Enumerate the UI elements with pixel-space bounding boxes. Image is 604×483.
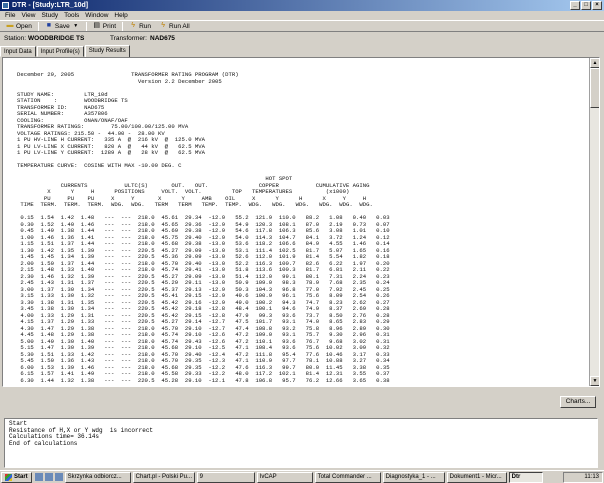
toolbar: ▬ Open ■ Save ▼ ▤ Print ϟ Run ϟ Run All: [0, 20, 604, 32]
tab-study-results[interactable]: Study Results: [84, 45, 130, 57]
quick-launch-icon[interactable]: [54, 473, 63, 481]
station-label: Station:: [4, 35, 27, 42]
close-button[interactable]: ×: [592, 1, 602, 10]
menu-file[interactable]: File: [2, 11, 18, 20]
taskbar-item[interactable]: 9: [196, 471, 255, 483]
save-label: Save: [54, 22, 70, 30]
open-button[interactable]: ▬ Open: [2, 21, 36, 31]
print-button[interactable]: ▤ Print: [89, 21, 120, 31]
save-button[interactable]: ■ Save ▼: [41, 21, 84, 31]
station-bar: Station: WOODBRIDGE TS Transformer: NAD6…: [0, 33, 604, 45]
menu-bar: File View Study Tools Window Help: [0, 11, 604, 20]
run-button[interactable]: ϟ Run: [125, 21, 155, 31]
scroll-down-icon[interactable]: ▼: [590, 376, 599, 386]
taskbar-item[interactable]: Dokument1 - Micr...: [446, 471, 507, 483]
taskbar-item[interactable]: Chart.pl - Polski Pu...: [132, 471, 195, 483]
printer-icon: ▤: [93, 22, 101, 29]
run-lightning-icon: ϟ: [131, 22, 135, 29]
quick-launch: [34, 473, 63, 481]
taskbar-item[interactable]: Skrzynka odbiorcz...: [64, 471, 131, 483]
clock[interactable]: 11:13: [584, 474, 599, 480]
transformer-label: Transformer:: [110, 35, 147, 42]
run-all-lightning-icon: ϟ: [161, 22, 165, 29]
scroll-thumb[interactable]: [590, 68, 599, 108]
toolbar-separator: [85, 21, 87, 31]
charts-button[interactable]: Charts...: [560, 396, 596, 408]
menu-help[interactable]: Help: [111, 11, 130, 20]
tab-input-profiles[interactable]: Input Profile(s): [36, 46, 84, 57]
maximize-button[interactable]: □: [581, 1, 591, 10]
menu-window[interactable]: Window: [82, 11, 111, 20]
scroll-up-icon[interactable]: ▲: [590, 58, 599, 68]
toolbar-separator: [37, 21, 39, 31]
station-value: WOODBRIDGE TS: [28, 35, 85, 42]
application-window: DTR - [Study:LTR_10d] _ □ × File View St…: [0, 0, 604, 483]
report-text: December 29, 2005 TRANSFORMER RATING PRO…: [17, 71, 591, 384]
report-line: 6.30 1.44 1.32 1.38 --- --- 220.5 45.28 …: [17, 376, 390, 384]
report-vertical-scrollbar[interactable]: ▲ ▼: [589, 58, 599, 386]
print-label: Print: [102, 22, 117, 30]
app-icon: [2, 2, 9, 9]
run-all-label: Run All: [169, 22, 190, 30]
tab-input-data[interactable]: Input Data: [0, 46, 36, 57]
toolbar-separator: [122, 21, 124, 31]
taskbar: Start Skrzynka odbiorcz... Chart.pl - Po…: [0, 470, 604, 483]
menu-study[interactable]: Study: [38, 11, 61, 20]
open-label: Open: [16, 22, 32, 30]
chevron-down-icon[interactable]: ▼: [72, 22, 80, 30]
floppy-disk-icon: ■: [46, 22, 52, 29]
taskbar-item-active[interactable]: Dtr: [508, 471, 543, 483]
transformer-value: NAD675: [150, 35, 175, 42]
run-label: Run: [139, 22, 152, 30]
log-line: End of calculations: [9, 439, 78, 447]
windows-logo-icon: [5, 473, 12, 481]
window-title: DTR - [Study:LTR_10d]: [12, 2, 89, 9]
report-panel[interactable]: December 29, 2005 TRANSFORMER RATING PRO…: [2, 57, 600, 387]
run-all-button[interactable]: ϟ Run All: [155, 21, 194, 31]
study-tabs: Input Data Input Profile(s) Study Result…: [0, 45, 131, 57]
system-tray: 11:13: [563, 472, 603, 483]
start-label: Start: [14, 473, 28, 480]
taskbar-item[interactable]: IvCAP: [256, 471, 313, 483]
taskbar-item[interactable]: Total Commander ...: [314, 471, 381, 483]
start-button[interactable]: Start: [1, 471, 32, 483]
menu-tools[interactable]: Tools: [61, 11, 82, 20]
menu-view[interactable]: View: [18, 11, 38, 20]
minimize-button[interactable]: _: [570, 1, 580, 10]
quick-launch-icon[interactable]: [44, 473, 53, 481]
window-controls: _ □ ×: [570, 1, 602, 10]
calculation-log[interactable]: Start Resistance of H,X or Y wdg is incor…: [4, 418, 598, 468]
folder-open-icon: ▬: [6, 22, 14, 29]
title-bar[interactable]: DTR - [Study:LTR_10d] _ □ ×: [0, 0, 604, 11]
quick-launch-icon[interactable]: [34, 473, 43, 481]
taskbar-item[interactable]: Diagnostyka_1 - ...: [382, 471, 445, 483]
